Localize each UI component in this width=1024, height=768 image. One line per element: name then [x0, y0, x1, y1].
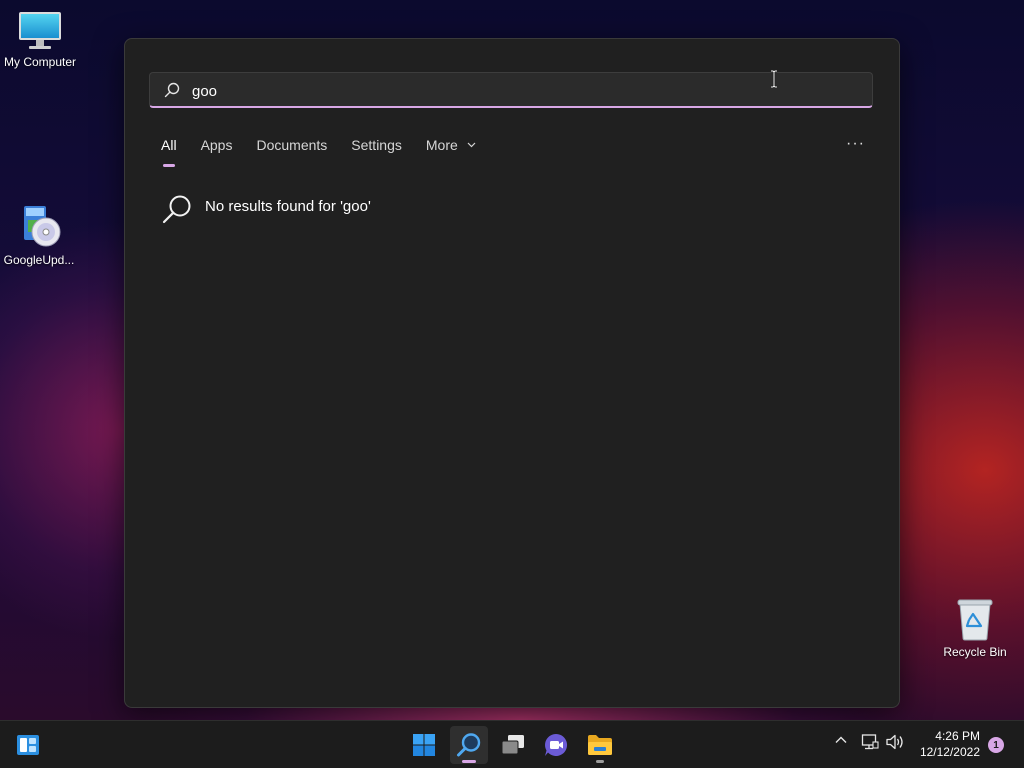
folder-icon — [588, 735, 612, 755]
tab-apps[interactable]: Apps — [201, 137, 233, 167]
network-button[interactable] — [861, 733, 879, 751]
no-results-message: No results found for 'goo' — [161, 194, 371, 226]
clock-time: 4:26 PM — [935, 729, 980, 743]
show-hidden-icons-button[interactable] — [834, 733, 848, 747]
start-button[interactable] — [405, 726, 443, 764]
tab-label: All — [161, 137, 177, 153]
tab-more[interactable]: More — [426, 137, 476, 167]
desktop-icon-my-computer[interactable]: My Computer — [0, 10, 80, 69]
search-panel: All Apps Documents Settings More ··· No … — [124, 38, 900, 708]
taskbar: 4:26 PM 12/12/2022 1 — [0, 720, 1024, 768]
chat-button[interactable] — [537, 726, 575, 764]
more-options-button[interactable]: ··· — [846, 135, 865, 153]
search-filter-tabs: All Apps Documents Settings More — [161, 137, 476, 167]
windows-logo-icon — [413, 734, 435, 756]
volume-icon — [886, 734, 903, 750]
volume-button[interactable] — [885, 733, 905, 751]
recycle-bin-icon — [957, 599, 993, 641]
network-icon — [861, 734, 879, 750]
desktop-icon-googleupdate[interactable]: GoogleUpd... — [0, 202, 79, 267]
widgets-icon — [17, 735, 39, 755]
clock[interactable]: 4:26 PM 12/12/2022 — [920, 728, 980, 760]
widgets-button[interactable] — [9, 726, 47, 764]
search-box[interactable] — [149, 72, 873, 108]
text-cursor-icon — [771, 70, 777, 88]
file-explorer-button[interactable] — [581, 726, 619, 764]
desktop-icon-label: My Computer — [3, 55, 77, 69]
search-icon — [164, 82, 180, 98]
tab-settings[interactable]: Settings — [351, 137, 402, 167]
notification-badge[interactable]: 1 — [988, 737, 1004, 753]
search-icon — [162, 195, 191, 224]
running-indicator — [462, 760, 476, 763]
search-input[interactable] — [190, 79, 854, 103]
tab-label: Apps — [200, 137, 233, 153]
chat-camera-icon — [545, 733, 568, 756]
computer-icon — [19, 12, 61, 49]
tab-documents[interactable]: Documents — [256, 137, 327, 167]
desktop-icon-recycle-bin[interactable]: Recycle Bin — [935, 596, 1015, 659]
desktop-icon-label: Recycle Bin — [943, 645, 1007, 659]
running-indicator — [596, 760, 604, 763]
task-view-icon — [501, 735, 524, 755]
tab-all[interactable]: All — [161, 137, 177, 167]
chevron-up-icon — [835, 736, 847, 743]
task-view-button[interactable] — [494, 726, 532, 764]
notification-count: 1 — [993, 739, 999, 751]
tab-label: Documents — [256, 137, 328, 153]
more-options-icon: ··· — [846, 135, 865, 152]
installer-disc-icon — [24, 206, 61, 247]
clock-date: 12/12/2022 — [919, 745, 980, 759]
tab-label: More — [425, 137, 458, 153]
search-button[interactable] — [450, 726, 488, 764]
search-icon — [457, 733, 481, 757]
no-results-text: No results found for 'goo' — [205, 198, 371, 215]
chevron-down-icon — [467, 142, 476, 148]
desktop-icon-label: GoogleUpd... — [3, 253, 75, 267]
tab-label: Settings — [351, 137, 402, 153]
